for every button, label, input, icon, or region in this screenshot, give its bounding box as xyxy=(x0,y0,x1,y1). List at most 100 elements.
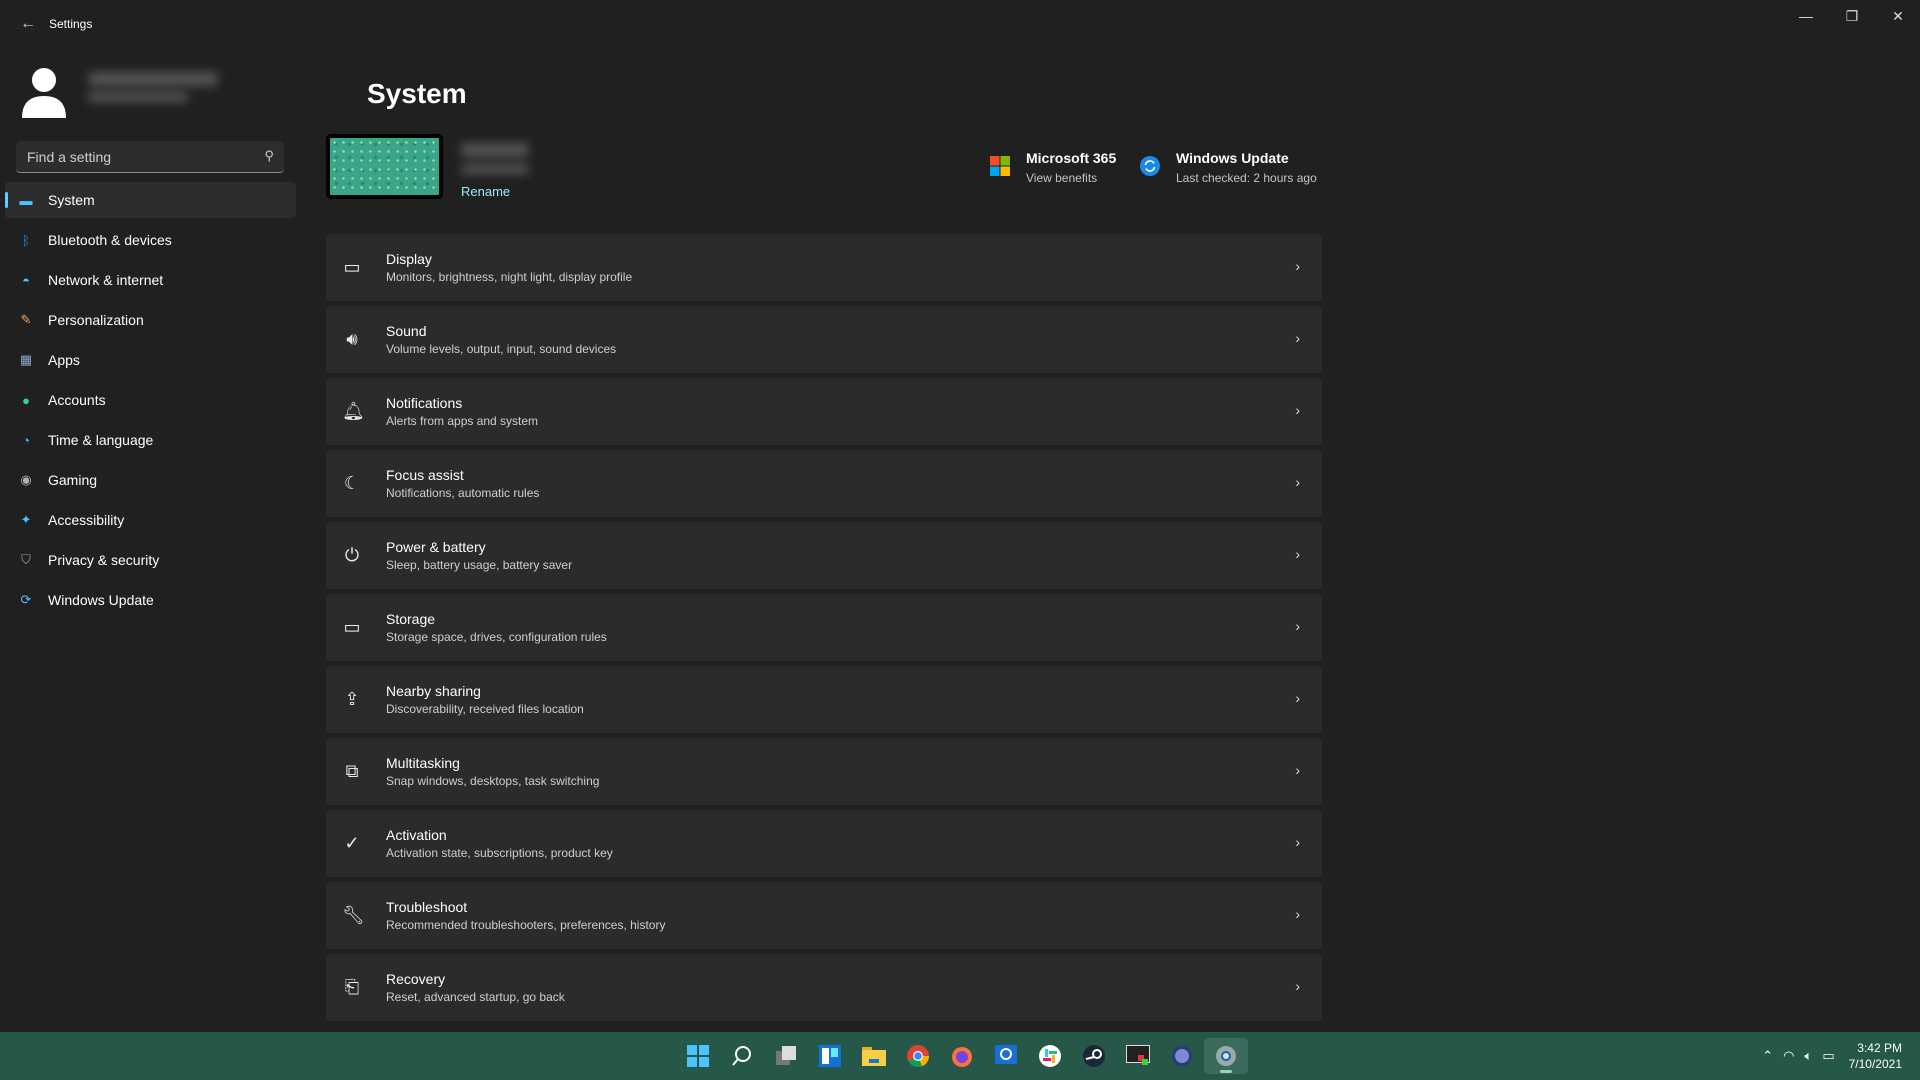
sidebar-item-label: System xyxy=(48,192,95,208)
clock[interactable]: 3:42 PM 7/10/2021 xyxy=(1849,1040,1902,1072)
card-subtitle: Notifications, automatic rules xyxy=(386,486,540,500)
sidebar-item-label: Apps xyxy=(48,352,80,368)
title-bar: ← Settings — ❐ ✕ xyxy=(0,0,1920,48)
ms365-subtitle: View benefits xyxy=(1026,171,1098,185)
sidebar-item-label: Time & language xyxy=(48,432,154,448)
device-model-blurred xyxy=(461,164,529,174)
show-hidden-icons-chevron-icon[interactable]: ⌃ xyxy=(1762,1048,1773,1064)
card-recovery[interactable]: ⎗ Recovery Reset, advanced startup, go bac… xyxy=(326,954,1322,1021)
sidebar-item-apps[interactable]: ▦ Apps xyxy=(5,342,296,378)
taskbar-signal-icon[interactable] xyxy=(984,1038,1028,1074)
chevron-right-icon: › xyxy=(1295,690,1300,706)
chevron-right-icon: › xyxy=(1295,834,1300,850)
sidebar-item-time-language[interactable]: ◔ Time & language xyxy=(5,422,296,458)
windows-update-title: Windows Update xyxy=(1176,150,1289,166)
card-power-battery[interactable]: ⏻ Power & battery Sleep, battery usage, ba… xyxy=(326,522,1322,589)
ms365-title: Microsoft 365 xyxy=(1026,150,1117,166)
taskbar-firefox-icon[interactable] xyxy=(940,1038,984,1074)
card-title: Multitasking xyxy=(386,755,460,771)
card-troubleshoot[interactable]: 🔧︎ Troubleshoot Recommended troubleshooter… xyxy=(326,882,1322,949)
card-focus-assist[interactable]: ☾ Focus assist Notifications, automatic ru… xyxy=(326,450,1322,517)
sidebar-item-gaming[interactable]: ◉ Gaming xyxy=(5,462,296,498)
wifi-icon: ◓ xyxy=(22,272,30,288)
monitor-icon: ▬ xyxy=(19,192,33,208)
sidebar-item-windows-update[interactable]: ⟳ Windows Update xyxy=(5,582,296,618)
speaker-icon: 🔊︎ xyxy=(346,329,358,349)
volume-icon[interactable]: 🔈︎ xyxy=(1805,1048,1813,1064)
card-subtitle: Activation state, subscriptions, product… xyxy=(386,846,613,860)
sidebar-item-accessibility[interactable]: ✦ Accessibility xyxy=(5,502,296,538)
taskbar-widgets-icon[interactable] xyxy=(808,1038,852,1074)
chevron-right-icon: › xyxy=(1295,474,1300,490)
windows-update-link[interactable]: Windows Update Last checked: 2 hours ago xyxy=(1140,150,1317,185)
card-sound[interactable]: 🔊︎ Sound Volume levels, output, input, sou… xyxy=(326,306,1322,373)
share-icon: ⇪ xyxy=(344,689,360,709)
update-icon: ⟳ xyxy=(20,592,32,607)
taskbar-search-icon[interactable] xyxy=(720,1038,764,1074)
card-storage[interactable]: ▭ Storage Storage space, drives, configura… xyxy=(326,594,1322,661)
card-display[interactable]: ▭ Display Monitors, brightness, night ligh… xyxy=(326,234,1322,301)
wifi-icon[interactable]: ◠ xyxy=(1783,1048,1794,1064)
apps-icon: ▦ xyxy=(19,352,33,367)
taskbar-chrome-icon[interactable] xyxy=(896,1038,940,1074)
rename-link[interactable]: Rename xyxy=(461,184,510,199)
sidebar-item-network-internet[interactable]: ◓ Network & internet xyxy=(5,262,296,298)
check-circle-icon: ✓ xyxy=(344,833,360,853)
card-subtitle: Reset, advanced startup, go back xyxy=(386,990,565,1004)
card-multitasking[interactable]: ⧉ Multitasking Snap windows, desktops, tas… xyxy=(326,738,1322,805)
avatar[interactable] xyxy=(18,60,70,120)
card-subtitle: Snap windows, desktops, task switching xyxy=(386,774,600,788)
close-button[interactable]: ✕ xyxy=(1878,4,1918,28)
sidebar-item-label: Windows Update xyxy=(48,592,154,608)
sidebar-nav: ▬ System ᛒ Bluetooth & devices ◓ Network & in… xyxy=(5,182,296,622)
card-nearby-sharing[interactable]: ⇪ Nearby sharing Discoverability, received… xyxy=(326,666,1322,733)
chevron-right-icon: › xyxy=(1295,762,1300,778)
sidebar-item-personalization[interactable]: ✎ Personalization xyxy=(5,302,296,338)
sidebar-item-bluetooth-devices[interactable]: ᛒ Bluetooth & devices xyxy=(5,222,296,258)
moon-icon: ☾ xyxy=(343,473,361,493)
minimize-button[interactable]: — xyxy=(1786,4,1826,28)
card-title: Activation xyxy=(386,827,447,843)
sidebar-item-label: Bluetooth & devices xyxy=(48,232,172,248)
card-subtitle: Storage space, drives, configuration rul… xyxy=(386,630,607,644)
card-title: Storage xyxy=(386,611,436,627)
card-activation[interactable]: ✓ Activation Activation state, subscriptio… xyxy=(326,810,1322,877)
taskbar-start-icon[interactable] xyxy=(676,1038,720,1074)
clock-time: 3:42 PM xyxy=(1857,1041,1902,1055)
chevron-right-icon: › xyxy=(1295,546,1300,562)
taskbar-settings-icon[interactable] xyxy=(1204,1038,1248,1074)
sidebar-item-label: Privacy & security xyxy=(48,552,160,568)
card-subtitle: Alerts from apps and system xyxy=(386,414,539,428)
card-subtitle: Discoverability, received files location xyxy=(386,702,584,716)
card-title: Notifications xyxy=(386,395,463,411)
search-input[interactable]: Find a setting ⚲ xyxy=(16,141,284,173)
taskbar-app-icon[interactable] xyxy=(1160,1038,1204,1074)
drive-icon: ▭ xyxy=(343,617,361,637)
card-notifications[interactable]: 🔔︎ Notifications Alerts from apps and syst… xyxy=(326,378,1322,445)
sidebar-item-label: Accessibility xyxy=(48,512,125,528)
card-title: Focus assist xyxy=(386,467,464,483)
user-name-blurred xyxy=(88,72,218,86)
card-title: Display xyxy=(386,251,432,267)
back-button[interactable]: ← xyxy=(16,12,40,36)
maximize-button[interactable]: ❐ xyxy=(1832,4,1872,28)
gamepad-icon: ◉ xyxy=(20,472,32,487)
clock-date: 7/10/2021 xyxy=(1848,1057,1902,1071)
recovery-icon: ⎗ xyxy=(344,977,360,997)
microsoft-365-link[interactable]: Microsoft 365 View benefits xyxy=(990,150,1116,185)
card-title: Nearby sharing xyxy=(386,683,481,699)
taskbar-steam-icon[interactable] xyxy=(1072,1038,1116,1074)
taskbar-terminal-icon[interactable] xyxy=(1116,1038,1160,1074)
settings-list: ▭ Display Monitors, brightness, night ligh… xyxy=(326,234,1322,1026)
battery-icon[interactable]: ▭ xyxy=(1822,1048,1834,1064)
sidebar-item-system[interactable]: ▬ System xyxy=(5,182,296,218)
microsoft-logo-icon xyxy=(990,156,1010,176)
desktop-thumbnail xyxy=(326,134,443,199)
system-tray: ⌃ ◠ 🔈︎ ▭ 3:42 PM 7/10/2021 xyxy=(1762,1032,1920,1080)
taskbar-slack-icon[interactable] xyxy=(1028,1038,1072,1074)
windows-stack-icon: ⧉ xyxy=(345,761,359,781)
sidebar-item-privacy-security[interactable]: ⛉ Privacy & security xyxy=(5,542,296,578)
taskbar-file-explorer-icon[interactable] xyxy=(852,1038,896,1074)
taskbar-task-view-icon[interactable] xyxy=(764,1038,808,1074)
sidebar-item-accounts[interactable]: ● Accounts xyxy=(5,382,296,418)
